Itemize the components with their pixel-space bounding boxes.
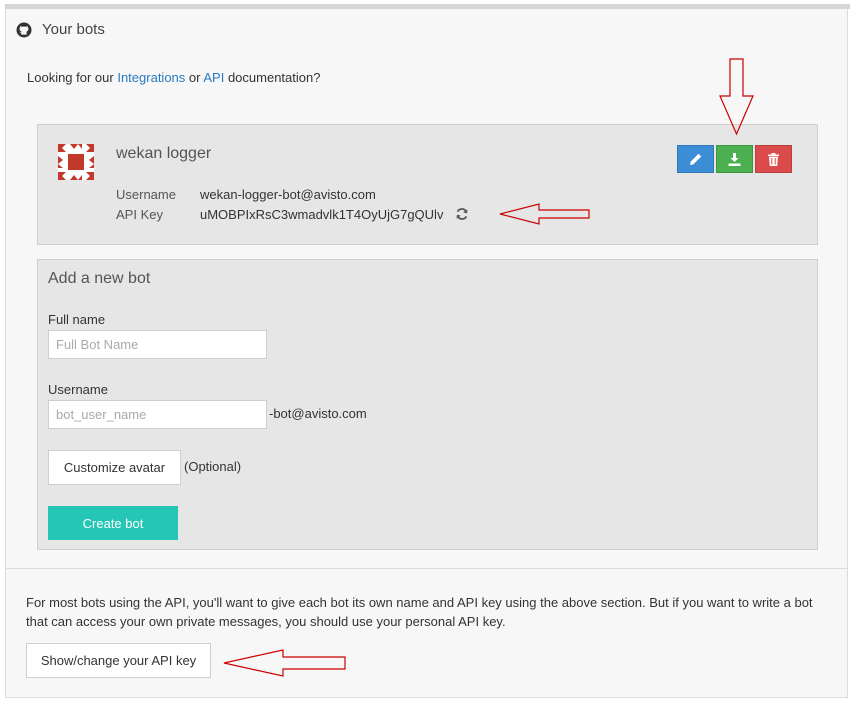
intro-text: Looking for our Integrations or API docu… — [27, 70, 321, 85]
add-bot-title: Add a new bot — [48, 270, 151, 287]
edit-bot-button[interactable] — [677, 145, 714, 173]
download-bot-button[interactable] — [716, 145, 753, 173]
customize-avatar-button[interactable]: Customize avatar — [48, 450, 181, 485]
annotation-arrow-api-key-button — [223, 649, 346, 677]
full-name-label: Full name — [48, 312, 106, 327]
delete-bot-button[interactable] — [755, 145, 792, 173]
bot-name: wekan logger — [116, 145, 212, 162]
bot-api-key-row: API Key uMOBPIxRsC3wmadvlk1T4OyUjG7gQUlv — [116, 207, 469, 222]
panel-title: Your bots — [42, 21, 105, 38]
username-suffix: -bot@avisto.com — [269, 406, 367, 421]
bot-username-value: wekan-logger-bot@avisto.com — [200, 187, 376, 202]
optional-label: (Optional) — [184, 459, 242, 474]
full-name-input[interactable] — [48, 330, 267, 359]
refresh-icon[interactable] — [455, 207, 469, 221]
trash-icon — [768, 152, 779, 166]
username-label: Username — [116, 187, 176, 202]
download-icon — [728, 152, 741, 166]
add-bot-form: Add a new bot Full name Username -bot@av… — [37, 259, 818, 550]
api-key-label: API Key — [116, 207, 163, 222]
section-divider — [6, 568, 847, 569]
panel-header: Your bots — [16, 21, 105, 38]
create-bot-button[interactable]: Create bot — [48, 506, 178, 540]
api-link[interactable]: API — [203, 70, 224, 85]
bot-card: wekan logger Username wekan-logger-bot@av… — [37, 124, 818, 245]
bot-api-key-value: uMOBPIxRsC3wmadvlk1T4OyUjG7gQUlv — [200, 207, 444, 222]
footer-text: For most bots using the API, you'll want… — [26, 595, 813, 629]
bot-username-row: Username wekan-logger-bot@avisto.com — [116, 187, 376, 202]
bot-avatar — [58, 144, 94, 180]
username-field-label: Username — [48, 382, 108, 397]
pencil-icon — [690, 153, 702, 165]
github-icon — [16, 22, 32, 37]
username-input[interactable] — [48, 400, 267, 429]
bot-actions — [677, 145, 792, 173]
annotation-arrow-down — [719, 58, 754, 136]
annotation-arrow-api-key — [499, 203, 590, 225]
show-change-api-key-button[interactable]: Show/change your API key — [26, 643, 211, 678]
integrations-link[interactable]: Integrations — [117, 70, 185, 85]
